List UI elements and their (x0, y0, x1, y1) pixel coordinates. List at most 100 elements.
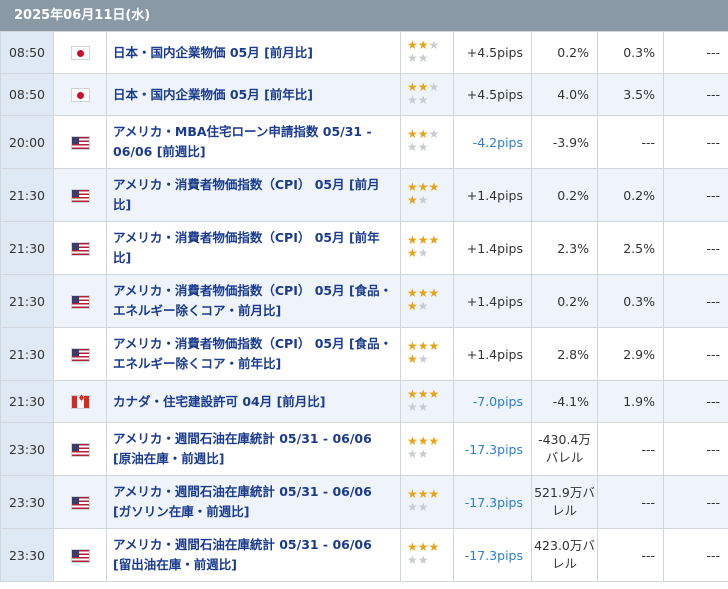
forecast-value: --- (597, 115, 664, 169)
pips-value: +4.5pips (453, 73, 532, 116)
forecast-value: 1.9% (597, 380, 664, 423)
result-value: --- (663, 528, 728, 582)
table-row: 21:30 アメリカ・消費者物価指数（CPI） 05月 [食品・エネルギー除くコア… (0, 327, 728, 381)
star-rating: ★★★ ★★ (407, 234, 439, 261)
table-row: 21:30カナダ・住宅建設許可 04月 [前月比]★★★★★-7.0pips-4… (0, 380, 728, 423)
star-empty-icon: ★ (417, 500, 429, 514)
table-row: 08:50 日本・国内企業物価 05月 [前年比] ★★★ ★★ +4.5pips 4.0… (0, 73, 728, 116)
event-time: 20:00 (0, 115, 54, 169)
event-link[interactable]: 日本・国内企業物価 05月 [前月比] (113, 43, 394, 63)
date-header: 2025年06月11日(水) (0, 0, 728, 31)
star-line: ★★ (407, 399, 439, 415)
star-rating: ★★★ ★★ (407, 286, 440, 314)
pips-value: -17.3pips (453, 475, 532, 529)
event-link[interactable]: アメリカ・消費者物価指数（CPI） 05月 [食品・エネルギー除くコア・前月比] (113, 281, 394, 321)
star-empty-icon: ★ (407, 399, 418, 414)
star-empty-icon: ★ (407, 140, 418, 154)
event-name-cell: アメリカ・週間石油在庫統計 05/31 - 06/06 [留出油在庫・前週比] (106, 528, 401, 582)
event-name-cell: 日本・国内企業物価 05月 [前年比] (106, 73, 401, 116)
forecast-value: 0.3% (597, 274, 664, 328)
actual-value: 0.2% (531, 274, 598, 328)
country-flag-cell (53, 274, 107, 328)
event-time: 21:30 (0, 327, 54, 381)
star-filled-icon: ★ (417, 434, 429, 448)
star-empty-icon: ★ (417, 399, 429, 414)
star-filled-icon: ★ (428, 434, 440, 448)
event-link[interactable]: アメリカ・消費者物価指数（CPI） 05月 [食品・エネルギー除くコア・前年比] (113, 334, 394, 374)
result-value: --- (663, 31, 728, 74)
pips-value: -4.2pips (453, 115, 532, 169)
actual-value: -4.1% (531, 380, 598, 423)
forecast-value: 0.3% (597, 31, 664, 74)
flag-us-icon (70, 188, 90, 203)
country-flag-cell (53, 115, 107, 169)
star-empty-icon: ★ (428, 37, 440, 52)
country-flag-cell (53, 380, 107, 423)
event-link[interactable]: アメリカ・消費者物価指数（CPI） 05月 [前年比] (113, 228, 394, 268)
star-filled-icon: ★ (428, 180, 440, 194)
star-rating: ★★★ ★★ (407, 127, 439, 155)
event-link[interactable]: アメリカ・週間石油在庫統計 05/31 - 06/06 [原油在庫・前週比] (113, 429, 394, 469)
event-time: 08:50 (0, 73, 54, 116)
event-name-cell: アメリカ・消費者物価指数（CPI） 05月 [前月比] (106, 168, 401, 222)
event-time: 23:30 (0, 422, 54, 476)
star-rating: ★★★ ★★ (407, 339, 439, 367)
flag-us-icon (70, 495, 90, 510)
event-name-cell: アメリカ・消費者物価指数（CPI） 05月 [前年比] (106, 221, 401, 275)
event-name-cell: 日本・国内企業物価 05月 [前月比] (106, 31, 401, 74)
star-filled-icon: ★ (417, 79, 429, 94)
country-flag-cell (53, 168, 107, 222)
table-row: 23:30 アメリカ・週間石油在庫統計 05/31 - 06/06 [ガソリン在庫… (0, 475, 728, 529)
flag-ca-icon (70, 394, 90, 410)
event-link[interactable]: アメリカ・消費者物価指数（CPI） 05月 [前月比] (113, 175, 394, 215)
star-empty-icon: ★ (417, 352, 429, 366)
flag-jp-icon (70, 88, 90, 103)
star-filled-icon: ★ (407, 352, 418, 366)
actual-value: 4.0% (531, 73, 598, 116)
event-link[interactable]: アメリカ・週間石油在庫統計 05/31 - 06/06 [ガソリン在庫・前週比] (113, 482, 394, 522)
country-flag-cell (53, 327, 107, 381)
flag-us-icon (70, 548, 90, 563)
event-time: 21:30 (0, 168, 54, 222)
star-line: ★★ (407, 194, 439, 208)
event-link[interactable]: アメリカ・週間石油在庫統計 05/31 - 06/06 [留出油在庫・前週比] (113, 535, 394, 575)
event-time: 21:30 (0, 221, 54, 275)
pips-value: -17.3pips (453, 528, 532, 582)
star-filled-icon: ★ (407, 339, 418, 353)
table-row: 08:50 日本・国内企業物価 05月 [前月比] ★★★ ★★ +4.5pips 0.2… (0, 31, 728, 74)
star-empty-icon: ★ (407, 92, 418, 107)
star-filled-icon: ★ (428, 286, 440, 300)
event-link[interactable]: 日本・国内企業物価 05月 [前年比] (113, 85, 394, 105)
event-name-cell: アメリカ・消費者物価指数（CPI） 05月 [食品・エネルギー除くコア・前月比] (106, 274, 401, 328)
economic-calendar-table: 08:50 日本・国内企業物価 05月 [前月比] ★★★ ★★ +4.5pips 0.2… (0, 31, 728, 582)
star-line: ★★ (407, 300, 439, 314)
forecast-value: 0.2% (597, 168, 664, 222)
event-link[interactable]: アメリカ・MBA住宅ローン申請指数 05/31 - 06/06 [前週比] (113, 122, 394, 162)
star-filled-icon: ★ (417, 127, 429, 141)
star-empty-icon: ★ (417, 553, 429, 567)
star-empty-icon: ★ (417, 246, 429, 260)
importance-stars: ★★★ ★★ (400, 168, 454, 222)
star-empty-icon: ★ (417, 447, 429, 461)
result-value: --- (663, 168, 728, 222)
forecast-value: 2.9% (597, 327, 664, 381)
event-name-cell: カナダ・住宅建設許可 04月 [前月比] (106, 380, 401, 423)
result-value: --- (663, 115, 728, 169)
forecast-value: 2.5% (597, 221, 664, 275)
star-empty-icon: ★ (407, 500, 418, 514)
flag-us-icon (70, 347, 90, 362)
table-row: 21:30 アメリカ・消費者物価指数（CPI） 05月 [食品・エネルギー除くコア… (0, 274, 728, 328)
event-link[interactable]: カナダ・住宅建設許可 04月 [前月比] (113, 392, 394, 412)
flag-us-icon (70, 135, 90, 150)
star-filled-icon: ★ (417, 180, 429, 194)
actual-value: 2.3% (531, 221, 598, 275)
star-line: ★★ (407, 246, 439, 261)
pips-value: +1.4pips (453, 221, 532, 275)
star-filled-icon: ★ (407, 246, 418, 260)
forecast-value: 3.5% (597, 73, 664, 116)
star-line: ★★ (407, 553, 439, 568)
result-value: --- (663, 73, 728, 116)
star-line: ★★ (407, 352, 439, 367)
forecast-value: --- (597, 422, 664, 476)
pips-value: +1.4pips (453, 274, 532, 328)
